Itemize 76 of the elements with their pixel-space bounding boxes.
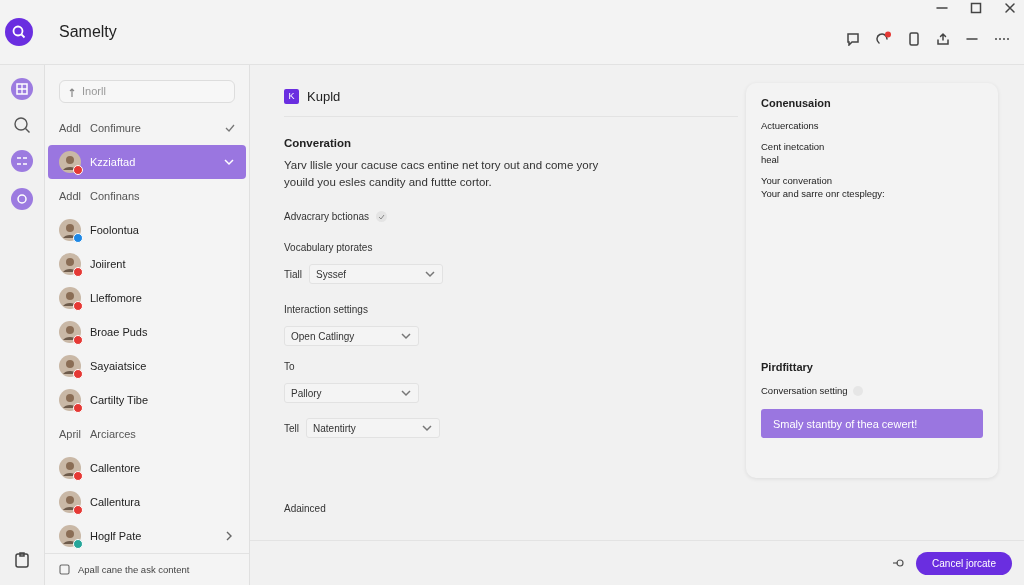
- logo-badge: K: [284, 88, 299, 104]
- dropdown[interactable]: Open Catlingy: [284, 326, 419, 346]
- avatar-icon: [59, 354, 81, 377]
- maximize-icon[interactable]: [970, 2, 982, 14]
- circle-icon: [16, 193, 28, 205]
- section-prefix: Addl: [59, 121, 82, 134]
- section-prefix: Addl: [59, 189, 82, 202]
- footer-text: Apall cane the ask content: [78, 563, 190, 575]
- note-icon: [59, 563, 70, 575]
- contact-item[interactable]: Callentura: [45, 484, 249, 519]
- setting-label: Conversation setting: [761, 385, 848, 396]
- avatar-icon: [59, 150, 81, 173]
- search-icon[interactable]: [13, 116, 31, 134]
- search-button[interactable]: [5, 18, 33, 46]
- field-label: Tiall: [284, 268, 302, 280]
- option-label: Advacrary bctionas: [284, 211, 370, 222]
- field-label: Adainced: [284, 503, 327, 514]
- dropdown[interactable]: Pallory: [284, 383, 419, 403]
- close-icon[interactable]: [1004, 2, 1016, 14]
- avatar-icon: [59, 456, 81, 479]
- contact-item[interactable]: Sayaiatsice: [45, 348, 249, 383]
- dropdown[interactable]: Syssef: [308, 264, 443, 284]
- contact-item[interactable]: Joiirent: [45, 246, 249, 281]
- section-label: Confimure: [90, 121, 141, 134]
- grid-button[interactable]: [11, 78, 33, 100]
- minus-icon[interactable]: [966, 37, 978, 41]
- avatar-icon: [59, 286, 81, 309]
- cancel-button[interactable]: Cancel jorcate: [916, 551, 1012, 575]
- phone-icon[interactable]: [908, 32, 920, 46]
- chevron-down-icon: [400, 387, 412, 399]
- section-label: Confinans: [90, 189, 140, 202]
- contact-item[interactable]: Lleffomore: [45, 280, 249, 315]
- card-text: Actuercations: [761, 119, 820, 132]
- contact-item[interactable]: Cartilty Tibe: [45, 382, 249, 417]
- description-text: Yarv llisle your cacuse cacs entine net tory out and come yory youild you esles candity and futtte cortor.: [284, 158, 600, 190]
- avatar-icon: [59, 388, 81, 411]
- contact-item[interactable]: Broae Puds: [45, 314, 249, 349]
- field-label: To: [284, 361, 296, 372]
- card-text: Your converation: [761, 174, 833, 187]
- apps-button[interactable]: [11, 150, 33, 172]
- section-label: Arciarces: [90, 427, 136, 440]
- chevron-down-icon: [421, 422, 433, 434]
- lines-icon: [16, 155, 28, 167]
- search-field[interactable]: Inorll: [59, 80, 235, 103]
- avatar-icon: [59, 320, 81, 343]
- section-heading: Converation: [284, 137, 353, 149]
- page-title: Kupld: [307, 88, 341, 104]
- chevron-down-icon: [400, 330, 412, 342]
- card-text: Your and sarre onr ctesplegy:: [761, 187, 886, 200]
- grid-icon: [16, 83, 28, 95]
- avatar-icon: [59, 524, 81, 547]
- field-label: Interaction settings: [284, 304, 369, 315]
- contact-item[interactable]: Callentore: [45, 450, 249, 485]
- check-mark[interactable]: [376, 211, 388, 222]
- field-label: Tell: [284, 422, 299, 434]
- chat-icon[interactable]: [846, 32, 860, 46]
- avatar-icon: [59, 218, 81, 241]
- avatar-icon: [59, 252, 81, 275]
- check-icon: [378, 213, 386, 220]
- card-text: heal: [761, 153, 780, 166]
- dropdown[interactable]: Natentirty: [306, 418, 440, 438]
- card-text: Cent inetcation: [761, 140, 826, 153]
- field-label: Vocabulary ptorates: [284, 242, 374, 253]
- chevron-down-icon: [423, 268, 436, 280]
- contact-item[interactable]: Hoglf Pate: [45, 518, 249, 553]
- search-icon: [12, 25, 26, 39]
- circle-button[interactable]: [11, 188, 33, 210]
- section-prefix: April: [59, 427, 81, 440]
- card-subtitle: Pirdfittary: [761, 361, 814, 373]
- more-icon[interactable]: [994, 37, 1010, 41]
- contact-item[interactable]: Foolontua: [45, 212, 249, 247]
- card-title: Conenusaion: [761, 97, 832, 109]
- app-title: Samelty: [59, 23, 118, 41]
- clipboard-icon[interactable]: [14, 551, 30, 569]
- avatar-icon: [59, 490, 81, 513]
- share-icon[interactable]: [936, 32, 950, 46]
